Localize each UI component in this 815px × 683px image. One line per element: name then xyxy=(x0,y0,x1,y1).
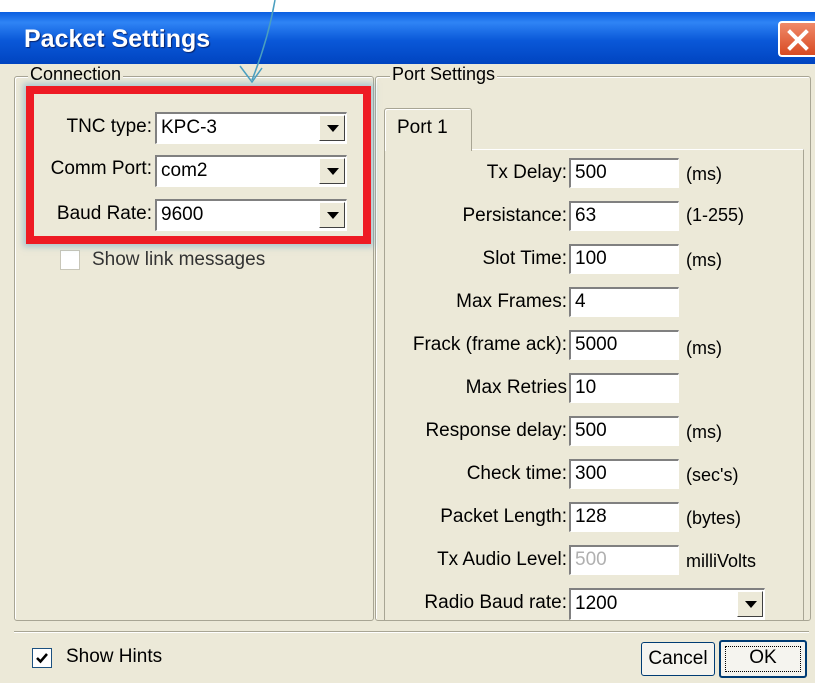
frack-label: Frack (frame ack): xyxy=(412,334,567,355)
show-link-messages-label: Show link messages xyxy=(92,249,266,270)
radio-baud-rate-value: 1200 xyxy=(575,593,618,614)
checkmark-icon xyxy=(36,653,48,664)
tx-delay-input[interactable]: 500 xyxy=(569,158,679,188)
packet-length-input[interactable]: 128 xyxy=(569,502,679,532)
persistance-label: Persistance: xyxy=(462,205,567,226)
max-retries-input[interactable]: 10 xyxy=(569,373,679,403)
check-time-label: Check time: xyxy=(466,463,567,484)
footer-divider xyxy=(14,631,809,633)
slot-time-label: Slot Time: xyxy=(482,248,567,269)
cancel-button[interactable]: Cancel xyxy=(641,642,715,676)
max-retries-label: Max Retries xyxy=(465,377,567,398)
response-delay-label: Response delay: xyxy=(425,420,567,441)
response-delay-input[interactable]: 500 xyxy=(569,416,679,446)
slot-time-unit: (ms) xyxy=(686,250,722,270)
slot-time-input[interactable]: 100 xyxy=(569,244,679,274)
check-time-input[interactable]: 300 xyxy=(569,459,679,489)
persistance-input[interactable]: 63 xyxy=(569,201,679,231)
tx-delay-label: Tx Delay: xyxy=(486,162,567,183)
ok-button[interactable]: OK xyxy=(719,640,807,678)
persistance-unit: (1-255) xyxy=(686,205,745,225)
max-frames-input[interactable]: 4 xyxy=(569,287,679,317)
packet-length-label: Packet Length: xyxy=(440,506,567,527)
check-time-unit: (sec's) xyxy=(686,465,739,485)
show-link-messages-checkbox[interactable] xyxy=(60,250,80,270)
tab-port-1[interactable]: Port 1 xyxy=(384,108,472,151)
frack-input[interactable]: 5000 xyxy=(569,330,679,360)
annotation-arrow-icon xyxy=(239,0,276,84)
tx-audio-level-input: 500 xyxy=(569,545,679,575)
radio-baud-rate-label: Radio Baud rate: xyxy=(424,592,567,613)
highlight-rectangle xyxy=(26,86,371,244)
response-delay-unit: (ms) xyxy=(686,422,722,442)
tab-port-1-label: Port 1 xyxy=(397,117,448,138)
frack-unit: (ms) xyxy=(686,338,722,358)
max-frames-label: Max Frames: xyxy=(456,291,567,312)
chevron-down-icon xyxy=(745,601,757,608)
show-hints-checkbox[interactable] xyxy=(32,648,52,668)
tx-delay-unit: (ms) xyxy=(686,164,722,184)
ok-button-label: OK xyxy=(725,646,801,672)
packet-length-unit: (bytes) xyxy=(686,508,742,528)
radio-baud-rate-dropdown-button[interactable] xyxy=(737,591,763,617)
tx-audio-level-label: Tx Audio Level: xyxy=(437,549,567,570)
radio-baud-rate-select[interactable]: 1200 xyxy=(569,588,765,620)
tx-audio-level-unit: milliVolts xyxy=(686,551,757,571)
show-hints-label: Show Hints xyxy=(66,646,163,667)
